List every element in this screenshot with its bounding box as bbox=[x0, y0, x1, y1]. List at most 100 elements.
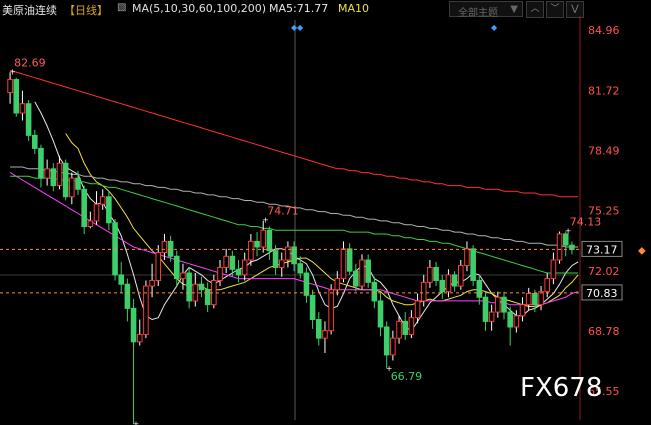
candle-body bbox=[266, 229, 273, 252]
candle-body bbox=[303, 272, 310, 296]
candle-body bbox=[229, 255, 236, 270]
watermark: FX678 bbox=[520, 373, 602, 403]
candle-body bbox=[217, 266, 223, 281]
candle-body bbox=[383, 326, 390, 356]
candle-body bbox=[180, 272, 186, 280]
moving-average-lines bbox=[9, 69, 579, 332]
candle-body bbox=[501, 296, 507, 313]
candle-body bbox=[562, 233, 569, 246]
extreme-label: 74.71 bbox=[267, 205, 299, 218]
candle-body bbox=[390, 337, 396, 356]
candle-body bbox=[87, 220, 94, 228]
candle-body bbox=[476, 279, 483, 298]
candle-body bbox=[396, 320, 402, 339]
candle-body bbox=[173, 255, 180, 280]
candle-body bbox=[62, 162, 69, 198]
crosshair-marker: ◆ bbox=[297, 23, 304, 32]
candle-body bbox=[544, 278, 551, 293]
candle-body bbox=[402, 320, 409, 335]
candle-body bbox=[371, 281, 378, 302]
extreme-marker: + bbox=[133, 420, 140, 425]
candle-body bbox=[69, 177, 75, 198]
candle-body bbox=[44, 168, 50, 179]
candle-body bbox=[322, 330, 328, 339]
candle-body bbox=[365, 259, 371, 283]
candle-body bbox=[457, 265, 464, 287]
candle-body bbox=[38, 147, 44, 179]
candle-body bbox=[556, 233, 563, 261]
candle-body bbox=[309, 294, 316, 321]
candle-body bbox=[50, 168, 57, 187]
candle-body bbox=[136, 333, 143, 343]
candle-body bbox=[81, 188, 87, 228]
candle-body bbox=[346, 248, 353, 272]
candle-body bbox=[19, 103, 26, 114]
candle-body bbox=[353, 270, 359, 287]
candle-body bbox=[377, 300, 384, 328]
candle-body bbox=[433, 266, 439, 281]
candle-body bbox=[451, 274, 458, 287]
candle-body bbox=[427, 266, 433, 283]
candle-body bbox=[513, 315, 520, 328]
candle-body bbox=[445, 274, 452, 293]
candle-body bbox=[186, 272, 192, 302]
candle-body bbox=[482, 296, 489, 322]
candle-body bbox=[359, 259, 365, 287]
ma-line-ma10 bbox=[65, 133, 579, 307]
candle-body bbox=[7, 79, 13, 94]
candle-body bbox=[124, 283, 131, 309]
y-tick-label: 81.72 bbox=[588, 84, 620, 97]
price-tag-label: 70.83 bbox=[586, 287, 618, 300]
y-tick-label: 84.96 bbox=[588, 24, 620, 37]
y-tick-label: 68.78 bbox=[588, 325, 620, 338]
candle-body bbox=[93, 203, 100, 222]
price-tag-label: 73.17 bbox=[586, 243, 618, 256]
candle-body bbox=[149, 279, 155, 287]
candle-body bbox=[204, 289, 211, 306]
y-tick-label: 72.02 bbox=[588, 265, 620, 278]
candle-body bbox=[161, 240, 168, 254]
candle-body bbox=[75, 177, 81, 190]
candle-body bbox=[297, 263, 304, 274]
candle-body bbox=[470, 248, 476, 281]
candle-body bbox=[569, 244, 575, 250]
candle-body bbox=[155, 252, 162, 281]
candle-body bbox=[519, 304, 526, 317]
candle-body bbox=[241, 259, 248, 276]
candle-body bbox=[334, 278, 341, 291]
candle-body bbox=[248, 240, 254, 261]
candle-body bbox=[439, 279, 446, 293]
y-tick-label: 75.25 bbox=[588, 205, 620, 218]
candle-body bbox=[99, 196, 106, 205]
y-tick-label: 78.49 bbox=[588, 144, 620, 157]
candle-body bbox=[414, 300, 421, 319]
candle-body bbox=[235, 268, 242, 276]
ma-line-ma30 bbox=[9, 172, 579, 306]
extreme-label: 66.79 bbox=[391, 370, 423, 383]
candle-body bbox=[254, 240, 260, 248]
candle-body bbox=[56, 162, 63, 187]
candle-body bbox=[106, 196, 112, 224]
candle-body bbox=[31, 134, 38, 149]
price-pointer-icon: ◆ bbox=[638, 245, 646, 256]
candle-body bbox=[260, 229, 267, 248]
candle-body bbox=[408, 317, 415, 335]
candle-body bbox=[550, 259, 557, 280]
chart-grid: ◆ ◆ ◆ bbox=[0, 16, 581, 420]
candle-body bbox=[130, 307, 137, 343]
candle-body bbox=[118, 274, 125, 285]
crosshair-marker: ◆ bbox=[491, 23, 498, 32]
candle-body bbox=[272, 250, 279, 268]
candle-body bbox=[223, 255, 229, 268]
candle-body bbox=[328, 289, 334, 332]
candle-body bbox=[13, 79, 20, 114]
candles bbox=[7, 72, 575, 424]
candle-body bbox=[507, 311, 513, 328]
candlestick-chart[interactable]: ◆◆◆ +82.69+63.80+74.71+66.79+74.13 84.96… bbox=[0, 0, 651, 425]
candle-body bbox=[488, 311, 495, 322]
candle-body bbox=[420, 281, 427, 302]
candle-body bbox=[340, 248, 347, 280]
candle-body bbox=[495, 296, 501, 313]
candle-body bbox=[112, 222, 118, 276]
candle-body bbox=[532, 292, 538, 306]
